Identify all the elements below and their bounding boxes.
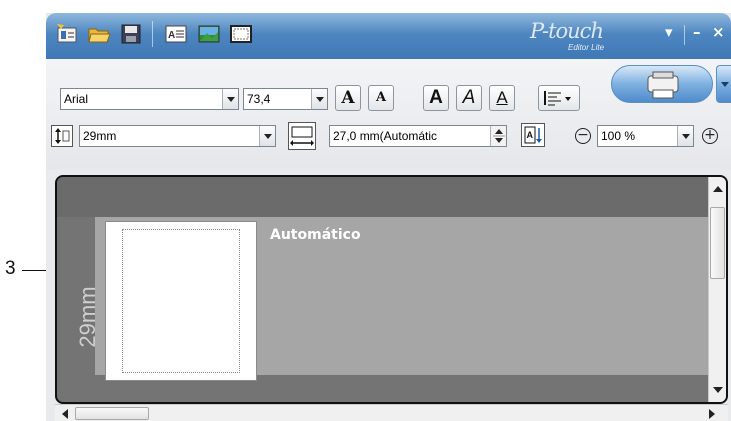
- scroll-right-icon[interactable]: [709, 409, 715, 419]
- zoom-out-icon[interactable]: −: [575, 128, 591, 144]
- toolbar-separator: [152, 21, 153, 47]
- vertical-text-icon: A: [524, 126, 542, 144]
- chevron-down-icon[interactable]: ▾: [665, 23, 673, 41]
- chevron-down-icon[interactable]: [222, 89, 238, 109]
- ptouch-logo: P-touch Editor Lite: [524, 19, 634, 55]
- align-button[interactable]: [538, 85, 580, 111]
- label-preview[interactable]: [105, 221, 257, 381]
- svg-text:A: A: [527, 130, 534, 140]
- toolbar: Arial 73,4 A A A A A 29mm 27,0 mm(Automá…: [46, 59, 731, 169]
- new-label-icon[interactable]: [55, 23, 79, 45]
- label-width-select[interactable]: 29mm: [79, 125, 276, 147]
- print-options-dropdown[interactable]: [716, 65, 731, 103]
- label-print-area: [122, 229, 240, 373]
- zoom-in-icon[interactable]: +: [702, 128, 718, 144]
- bold-icon: A: [429, 87, 443, 108]
- ptouch-editor-window: A P-touch Editor Lite ▾ – × Arial 73,4 A…: [46, 13, 731, 421]
- zoom-select[interactable]: 100 %: [597, 125, 694, 147]
- scroll-left-icon[interactable]: [62, 409, 68, 419]
- label-canvas[interactable]: Automático 29mm: [55, 175, 728, 404]
- font-size-up-button[interactable]: A: [335, 85, 361, 111]
- minimize-button[interactable]: –: [693, 23, 701, 41]
- print-button[interactable]: [611, 65, 713, 103]
- app-logo-sub: Editor Lite: [568, 43, 605, 52]
- horizontal-scroll-thumb[interactable]: [75, 407, 149, 420]
- text-icon[interactable]: A: [164, 23, 188, 45]
- underline-icon: A: [496, 88, 508, 107]
- label-width-value: 29mm: [83, 129, 117, 143]
- font-size-value: 73,4: [247, 92, 271, 106]
- chevron-down-icon[interactable]: [259, 126, 275, 146]
- canvas-top-band: [57, 177, 726, 217]
- frame-icon[interactable]: [229, 23, 253, 45]
- font-size-down-button[interactable]: A: [368, 85, 394, 111]
- label-length-field[interactable]: 27,0 mm(Automátic: [329, 125, 507, 147]
- font-family-select[interactable]: Arial: [60, 88, 239, 110]
- vertical-scrollbar[interactable]: [708, 177, 726, 402]
- callout-number: 3: [5, 258, 16, 279]
- font-family-value: Arial: [64, 92, 89, 106]
- close-button[interactable]: ×: [712, 23, 725, 41]
- italic-button[interactable]: A: [456, 85, 482, 111]
- title-bar: A P-touch Editor Lite ▾ – ×: [46, 13, 731, 59]
- length-mode-text: Automático: [270, 227, 361, 243]
- svg-text:A: A: [168, 30, 175, 41]
- font-size-up-icon: A: [341, 88, 355, 108]
- font-size-select[interactable]: 73,4: [243, 88, 328, 110]
- print-icon: [647, 71, 679, 99]
- chevron-down-icon[interactable]: [311, 89, 327, 109]
- chevron-down-icon[interactable]: [677, 126, 693, 146]
- label-width-indicator: 29mm: [73, 277, 103, 357]
- save-icon[interactable]: [119, 23, 143, 45]
- align-icon: [544, 91, 571, 106]
- horizontal-scrollbar[interactable]: [55, 404, 728, 421]
- underline-button[interactable]: A: [489, 85, 515, 111]
- label-length-value: 27,0 mm(Automátic: [333, 129, 438, 143]
- zoom-value: 100 %: [601, 129, 636, 143]
- scroll-down-icon[interactable]: [713, 387, 723, 393]
- app-logo-name: P-touch: [530, 19, 604, 43]
- label-length-icon: [288, 122, 316, 150]
- label-width-indicator-text: 29mm: [75, 286, 100, 348]
- title-separator: [684, 25, 685, 45]
- open-folder-icon[interactable]: [87, 23, 111, 45]
- bold-button[interactable]: A: [423, 85, 449, 111]
- length-spinner[interactable]: [490, 126, 506, 146]
- image-icon[interactable]: [197, 23, 221, 45]
- italic-icon: A: [462, 87, 476, 108]
- scroll-up-icon[interactable]: [713, 186, 723, 192]
- vertical-scroll-thumb[interactable]: [710, 207, 725, 279]
- vertical-text-button[interactable]: A: [521, 123, 545, 147]
- label-width-icon: [51, 125, 73, 147]
- font-size-down-icon: A: [375, 90, 387, 105]
